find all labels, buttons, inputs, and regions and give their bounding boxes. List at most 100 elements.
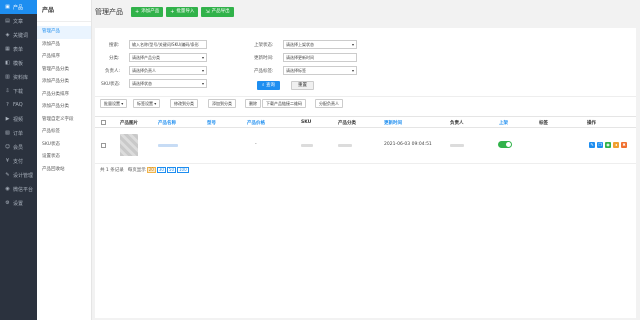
page-size-100[interactable]: 100	[177, 167, 189, 173]
category-select[interactable]: 请选择产品分类 ▾	[129, 53, 207, 62]
chevron-down-icon: ▾	[351, 42, 354, 47]
listing-toggle[interactable]	[498, 141, 512, 148]
download-icon: ⇩	[5, 88, 10, 94]
keyword-input[interactable]: 输入名称/型号/关键词/SKU/编码/条形	[129, 40, 207, 49]
table-header: 产品图片 产品名称 型号 产品价格 SKU 产品分类 更新时间 负责人 上架 标…	[95, 116, 636, 128]
sidebar-item-order[interactable]: ▧ 订单	[0, 126, 37, 140]
sidebar-item-label: 微信平台	[13, 186, 34, 193]
sku-status-select-value: 请选择状态	[132, 81, 152, 86]
select-all-checkbox[interactable]	[101, 120, 106, 125]
delete-button[interactable]: 删除	[245, 99, 261, 108]
sidebar-item-member[interactable]: ☺ 会员	[0, 140, 37, 154]
submenu-item-product-sort[interactable]: 产品排序	[37, 51, 91, 64]
row-checkbox[interactable]	[101, 143, 106, 148]
submenu-item-recycle-bin[interactable]: 产品回收站	[37, 164, 91, 177]
submenu-item-set-status[interactable]: 设置状态	[37, 151, 91, 164]
submenu-item-manage-products[interactable]: 管理产品	[37, 26, 91, 39]
submenu-item-manage-categories[interactable]: 管理产品分类	[37, 64, 91, 77]
member-icon: ☺	[4, 144, 11, 150]
sidebar-item-form[interactable]: ▦ 表单	[0, 42, 37, 56]
sidebar-item-payment[interactable]: ¥ 支付	[0, 154, 37, 168]
content-card: 搜索: 输入名称/型号/关键词/SKU/编码/条形 分类: 请选择产品分类 ▾ 负…	[95, 28, 636, 318]
sidebar-item-product[interactable]: ▣ 产品	[0, 0, 37, 14]
add-product-label: 添加产品	[141, 9, 160, 14]
sku-status-label: SKU状态:	[101, 82, 121, 87]
submenu-item-category-sort[interactable]: 产品分类排序	[37, 89, 91, 102]
category-select-value: 请选择产品分类	[132, 55, 160, 60]
sidebar-item-label: 设计管理	[13, 172, 34, 179]
product-owner	[450, 144, 464, 147]
view-icon[interactable]: ◉	[605, 142, 611, 148]
sidebar-item-download[interactable]: ⇩ 下载	[0, 84, 37, 98]
sidebar-item-label: 视频	[13, 116, 24, 123]
settings-icon: ⚙	[5, 200, 10, 206]
col-listed[interactable]: 上架	[499, 120, 508, 126]
sidebar-item-article[interactable]: ▤ 文章	[0, 14, 37, 28]
tag-settings-dropdown[interactable]: 标签设置 ▾	[133, 99, 161, 108]
chevron-down-icon: ▾	[121, 101, 124, 106]
product-thumbnail	[120, 134, 138, 156]
product-category	[338, 144, 352, 147]
sidebar-item-keyword[interactable]: ◈ 关键词	[0, 28, 37, 42]
page-size-50[interactable]: 50	[166, 167, 177, 173]
submenu-item-product-tags[interactable]: 产品标签	[37, 126, 91, 139]
export-products-button[interactable]: ⇲ 产品导出	[201, 7, 234, 17]
submenu-item-sku-status[interactable]: SKU状态	[37, 139, 91, 152]
sidebar-item-video[interactable]: ▶ 视频	[0, 112, 37, 126]
search-form: 搜索: 输入名称/型号/关键词/SKU/编码/条形 分类: 请选择产品分类 ▾ 负…	[95, 28, 636, 92]
owner-select[interactable]: 请选择负责人 ▾	[129, 66, 207, 75]
sidebar-item-label: 模板	[13, 60, 24, 67]
update-time-label: 更新时间:	[254, 56, 274, 61]
add-to-category-button[interactable]: 添加到分类	[208, 99, 236, 108]
query-button[interactable]: ⌕ 查询	[257, 81, 280, 90]
sku-status-select[interactable]: 请选择状态 ▾	[129, 79, 207, 88]
col-image: 产品图片	[120, 121, 138, 126]
main-sidebar: ▣ 产品 ▤ 文章 ◈ 关键词 ▦ 表单 ◧ 模板 ▥ 资料库 ⇩ 下载 ? FAQ ▶ 视频 ▧…	[0, 0, 37, 320]
sidebar-item-label: 表单	[13, 46, 24, 53]
move-category-button[interactable]: 修改到分类	[170, 99, 198, 108]
bulk-actions-bar: 批量设置 ▾ 标签设置 ▾ 修改到分类 添加到分类 删除 下载产品链接二维码 分…	[95, 96, 636, 110]
sidebar-item-design[interactable]: ✎ 设计管理	[0, 168, 37, 182]
col-updated[interactable]: 更新时间	[384, 120, 402, 126]
sidebar-item-label: 关键词	[13, 32, 29, 39]
update-time-input[interactable]: 请选择更新时间	[283, 53, 357, 62]
product-tag-select-value: 请选择标签	[286, 68, 306, 73]
reset-button[interactable]: 重置	[291, 81, 314, 90]
delete-icon[interactable]: ✖	[621, 142, 627, 148]
add-product-button[interactable]: + 添加产品	[131, 7, 164, 17]
plus-icon: +	[135, 9, 140, 15]
product-name-link[interactable]	[158, 144, 178, 147]
listing-status-select[interactable]: 请选择上架状态 ▾	[283, 40, 357, 49]
batch-settings-dropdown[interactable]: 批量设置 ▾	[100, 99, 128, 108]
edit-icon[interactable]: ✎	[589, 142, 595, 148]
page-header: 管理产品 + 添加产品 + 批量导入 ⇲ 产品导出	[92, 0, 640, 24]
sidebar-item-template[interactable]: ◧ 模板	[0, 56, 37, 70]
submenu-item-add-category-2[interactable]: 添加产品分类	[37, 101, 91, 114]
col-price[interactable]: 产品价格	[247, 120, 265, 126]
export-products-label: 产品导出	[211, 9, 230, 14]
export-icon: ⇲	[205, 9, 210, 15]
product-price: -	[255, 142, 257, 147]
sidebar-item-library[interactable]: ▥ 资料库	[0, 70, 37, 84]
sidebar-item-settings[interactable]: ⚙ 设置	[0, 196, 37, 210]
download-qr-button[interactable]: 下载产品链接二维码	[262, 99, 306, 108]
product-tag-select[interactable]: 请选择标签 ▾	[283, 66, 357, 75]
category-label: 分类:	[109, 56, 120, 61]
sidebar-item-wechat[interactable]: ◉ 微信平台	[0, 182, 37, 196]
col-sku: SKU	[301, 120, 312, 125]
submenu-item-add-category[interactable]: 添加产品分类	[37, 76, 91, 89]
batch-settings-label: 批量设置	[104, 101, 120, 106]
col-name[interactable]: 产品名称	[158, 120, 176, 126]
page-size-20[interactable]: 20	[146, 167, 156, 173]
batch-import-button[interactable]: + 批量导入	[166, 7, 199, 17]
col-model[interactable]: 型号	[207, 120, 216, 126]
sidebar-item-faq[interactable]: ? FAQ	[0, 98, 37, 112]
submenu-item-add-product[interactable]: 添加产品	[37, 39, 91, 52]
assign-owner-button[interactable]: 分配负责人	[315, 99, 343, 108]
per-page-label: 每页显示	[127, 168, 146, 173]
submenu-item-custom-fields[interactable]: 管理自定义字段	[37, 114, 91, 127]
copy-icon[interactable]: ❐	[597, 142, 603, 148]
page-size-30[interactable]: 30	[156, 167, 166, 173]
col-tag: 标签	[539, 121, 548, 126]
share-icon[interactable]: ◂	[613, 142, 619, 148]
